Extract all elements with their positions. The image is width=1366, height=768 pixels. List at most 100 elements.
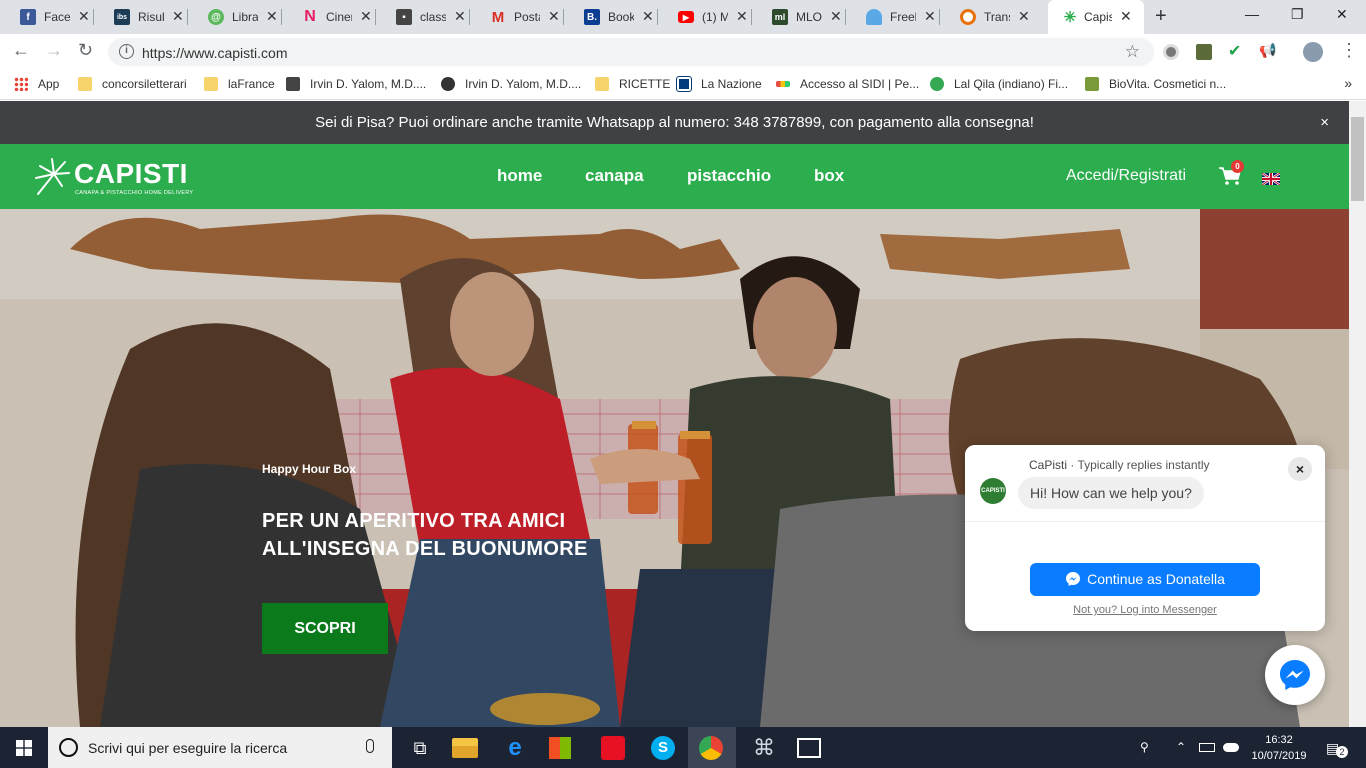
bookmark-link[interactable]: Irvin D. Yalom, M.D.... [441,77,581,91]
tab-gmail[interactable]: M Posta ✕ [470,0,564,34]
chrome-icon[interactable] [699,736,723,760]
menu-kebab-icon[interactable]: ⋮ [1340,40,1358,61]
url-text[interactable]: https://www.capisti.com [142,45,288,61]
globe-icon [441,77,455,91]
bookmark-link[interactable]: La Nazione [676,76,762,92]
back-icon[interactable]: ← [12,40,30,61]
tray-chevron-icon[interactable]: ⌃ [1176,740,1186,754]
close-tab-icon[interactable]: ✕ [360,8,372,25]
store-icon[interactable] [549,737,571,759]
address-bar[interactable]: i https://www.capisti.com ☆ [108,38,1154,66]
continue-as-user-button[interactable]: Continue as Donatella [1030,563,1260,596]
tab-label: Posta [514,10,540,24]
taskbar-search-box[interactable]: Scrivi qui per eseguire la ricerca [48,727,392,768]
windows-start-icon[interactable] [16,740,32,756]
forward-icon[interactable]: → [45,40,63,61]
close-tab-icon[interactable]: ✕ [172,8,184,25]
tab-freelancer[interactable]: Freela ✕ [846,0,940,34]
login-register-link[interactable]: Accedi/Registrati [1066,167,1186,185]
megaphone-extension-icon[interactable]: 📢 [1259,42,1276,58]
extension-icon[interactable] [1163,44,1179,60]
system-clock[interactable]: 16:32 10/07/2019 [1248,732,1310,764]
bookmark-label: concorsiletterari [102,77,187,91]
tab-mlol[interactable]: ml MLOL ✕ [752,0,846,34]
file-explorer-icon[interactable] [452,738,478,758]
close-tab-icon[interactable]: ✕ [548,8,560,25]
bookmark-apps[interactable]: App [14,77,59,91]
bookmark-folder[interactable]: laFrance [204,77,275,91]
tab-label: classr [420,10,446,24]
tab-label: Libra [232,10,258,24]
menu-item-pistacchio[interactable]: pistacchio [687,166,771,186]
tab-classroom[interactable]: ▪ classr ✕ [376,0,470,34]
tab-label: Faceb [44,10,70,24]
bookmark-link[interactable]: Lal Qila (indiano) Fi... [930,77,1068,91]
page-scrollbar[interactable] [1349,101,1366,727]
scrollbar-thumb[interactable] [1351,117,1364,201]
tab-translate[interactable]: Transl ✕ [940,0,1034,34]
maximize-button[interactable]: ❐ [1291,6,1304,23]
close-tab-icon[interactable]: ✕ [1120,8,1132,25]
tab-facebook[interactable]: f Faceb ✕ [0,0,94,34]
log-into-messenger-link[interactable]: Not you? Log into Messenger [965,604,1325,616]
bookmark-label: BioVita. Cosmetici n... [1109,77,1227,91]
tab-booking[interactable]: B. Booki ✕ [564,0,658,34]
close-notice-button[interactable]: × [1320,101,1329,144]
browser-toolbar: ← → ↻ i https://www.capisti.com ☆ ✔ 📢 ⋮ [0,34,1366,70]
checkmark-extension-icon[interactable]: ✔ [1228,41,1244,60]
edge-icon[interactable]: e [500,733,530,763]
site-info-icon[interactable]: i [119,44,134,59]
people-icon[interactable]: ⚲ [1140,740,1149,754]
battery-icon[interactable] [1199,743,1215,752]
messenger-launcher-button[interactable] [1265,645,1325,705]
extension-icon[interactable] [1196,44,1212,60]
photos-icon[interactable] [797,738,821,758]
minimize-button[interactable]: — [1245,6,1259,22]
close-tab-icon[interactable]: ✕ [924,8,936,25]
tab-libraccio[interactable]: @ Libra ✕ [188,0,282,34]
gift-app-icon[interactable] [601,736,625,760]
bookmark-link[interactable]: Accesso al SIDI | Pe... [776,77,919,91]
tab-ibs[interactable]: ibs Risult ✕ [94,0,188,34]
menu-item-box[interactable]: box [814,166,844,186]
gmail-icon: M [491,8,505,26]
close-tab-icon[interactable]: ✕ [1018,8,1030,25]
tab-capisti[interactable]: ✳ Capis ✕ [1048,0,1144,34]
task-view-icon[interactable]: ⧉ [405,733,435,763]
menu-item-home[interactable]: home [497,166,542,186]
chat-greeting-bubble: Hi! How can we help you? [1018,477,1204,509]
close-tab-icon[interactable]: ✕ [454,8,466,25]
microphone-icon[interactable] [366,739,374,753]
profile-avatar[interactable] [1303,42,1323,62]
close-chat-button[interactable]: × [1288,457,1312,481]
reload-icon[interactable]: ↻ [78,40,93,61]
close-tab-icon[interactable]: ✕ [78,8,90,25]
more-bookmarks-button[interactable]: » [1344,75,1352,91]
close-tab-icon[interactable]: ✕ [642,8,654,25]
onedrive-cloud-icon[interactable] [1223,743,1239,752]
tab-youtube[interactable]: ▶ (1) M ✕ [658,0,752,34]
bookmark-folder[interactable]: concorsiletterari [78,77,187,91]
new-tab-button[interactable]: + [1155,5,1167,28]
bookmark-link[interactable]: BioVita. Cosmetici n... [1085,77,1226,91]
tab-label: Capis [1084,10,1112,24]
close-window-button[interactable]: ✕ [1336,6,1348,23]
scopri-button[interactable]: SCOPRI [262,603,388,654]
app-icon[interactable]: ⌘ [749,733,779,763]
bookmark-link[interactable]: Irvin D. Yalom, M.D.... [286,77,426,91]
skype-icon[interactable]: S [651,736,675,760]
capisti-logo[interactable]: CAPISTI CANAPA & PISTACCHIO HOME DELIVER… [32,156,193,198]
bookmark-folder[interactable]: RICETTE [595,77,670,91]
bookmark-star-icon[interactable]: ☆ [1125,42,1140,62]
bookmark-label: Irvin D. Yalom, M.D.... [465,77,582,91]
close-tab-icon[interactable]: ✕ [266,8,278,25]
tab-label: Booki [608,10,634,24]
close-tab-icon[interactable]: ✕ [736,8,748,25]
close-tab-icon[interactable]: ✕ [830,8,842,25]
tab-cinema[interactable]: N Cinen ✕ [282,0,376,34]
bookmark-label: Lal Qila (indiano) Fi... [954,77,1069,91]
uk-flag-icon[interactable] [1262,173,1280,185]
tab-label: (1) M [702,10,728,24]
menu-item-canapa[interactable]: canapa [585,166,644,186]
chat-divider [965,521,1325,522]
